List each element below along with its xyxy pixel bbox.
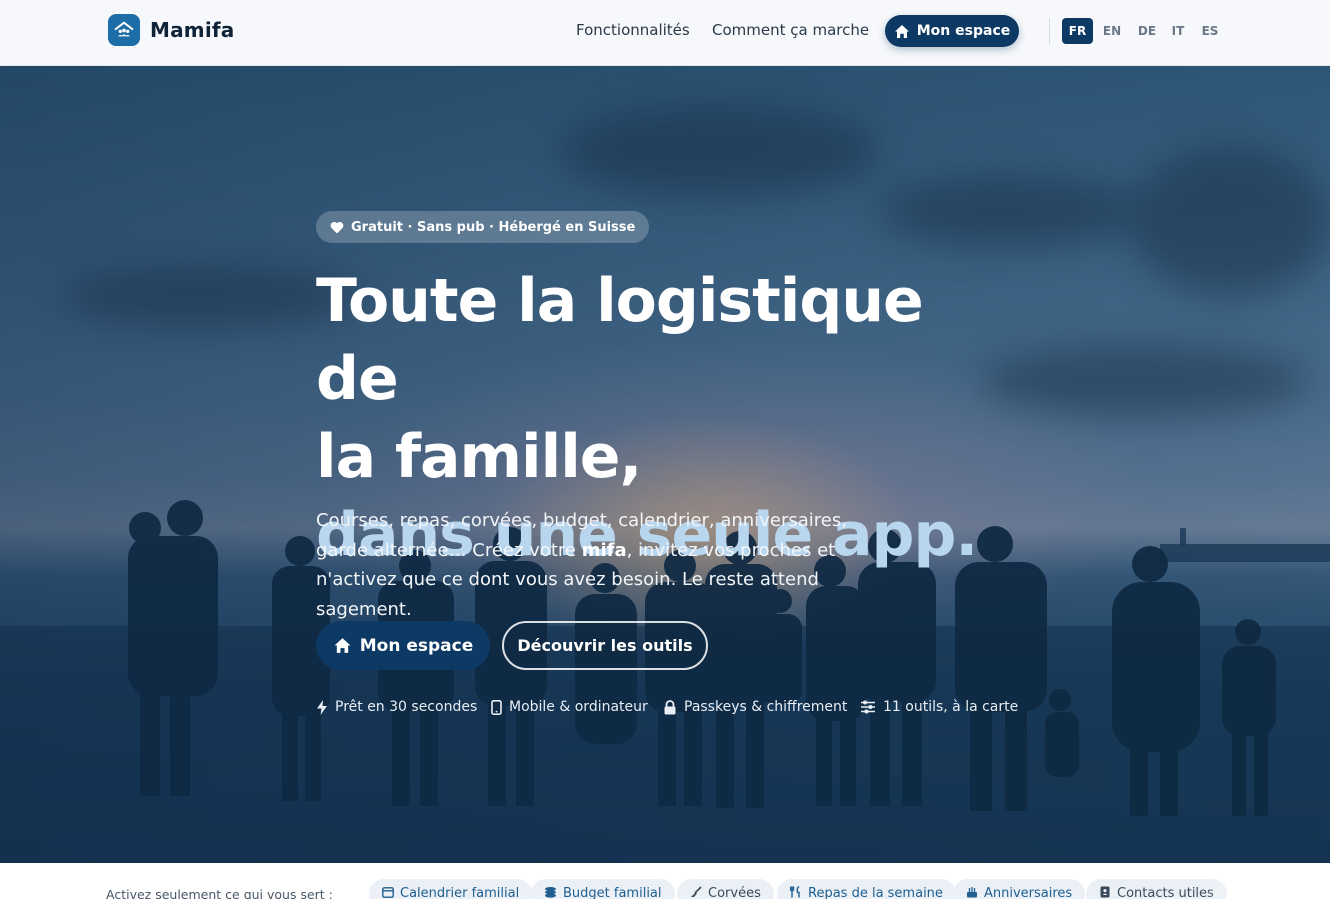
brand-link[interactable]: Mamifa	[108, 14, 235, 46]
discover-tools-button[interactable]: Découvrir les outils	[502, 621, 708, 670]
feature-label: Passkeys & chiffrement	[684, 699, 848, 715]
tools-strip: Activez seulement ce qui vous sert : Cal…	[0, 863, 1330, 899]
nav-my-space-label: Mon espace	[916, 23, 1011, 39]
chip-label: Corvées	[708, 886, 761, 899]
top-navbar: Mamifa Fonctionnalités Comment ça marche…	[0, 0, 1330, 66]
lead-brand-word: mifa	[581, 539, 627, 561]
house-logo-icon	[108, 14, 140, 46]
coins-icon	[544, 886, 557, 899]
hero-badge: Gratuit · Sans pub · Hébergé en Suisse	[316, 211, 650, 243]
chip-weekly-meals[interactable]: Repas de la semaine	[777, 879, 956, 899]
hero-badge-text: Gratuit · Sans pub · Hébergé en Suisse	[351, 219, 636, 235]
lang-fr[interactable]: FR	[1062, 18, 1093, 44]
feature-devices: Mobile & ordinateur	[491, 698, 648, 716]
heart-icon	[330, 221, 344, 233]
headline-line-2: la famille,	[316, 422, 642, 492]
feature-security: Passkeys & chiffrement	[663, 698, 847, 716]
sliders-icon	[861, 700, 875, 714]
chip-label: Budget familial	[563, 886, 662, 899]
hero-my-space-label: Mon espace	[359, 635, 474, 656]
lang-de[interactable]: DE	[1133, 18, 1161, 44]
lang-en[interactable]: EN	[1098, 18, 1126, 44]
nav-link-how-it-works[interactable]: Comment ça marche	[712, 21, 869, 39]
brand-name: Mamifa	[150, 18, 235, 42]
chip-family-calendar[interactable]: Calendrier familial	[369, 879, 533, 899]
feature-ready: Prêt en 30 secondes	[316, 698, 477, 716]
nav-my-space-button[interactable]: Mon espace	[885, 15, 1019, 47]
chip-chores[interactable]: Corvées	[677, 879, 774, 899]
headline-line-1: Toute la logistique de	[316, 266, 924, 414]
bolt-icon	[317, 699, 327, 715]
chip-family-budget[interactable]: Budget familial	[531, 879, 675, 899]
hero-my-space-button[interactable]: Mon espace	[316, 621, 490, 670]
chip-label: Calendrier familial	[400, 886, 520, 899]
nav-divider	[1049, 18, 1050, 44]
utensils-icon	[789, 885, 802, 899]
hero-section: Gratuit · Sans pub · Hébergé en Suisse T…	[0, 66, 1330, 863]
home-icon	[334, 638, 351, 653]
chip-birthdays[interactable]: Anniversaires	[953, 879, 1086, 899]
feature-label: Prêt en 30 secondes	[335, 699, 478, 715]
lang-es[interactable]: ES	[1197, 18, 1223, 44]
chip-label: Anniversaires	[984, 886, 1073, 899]
feature-tools: 11 outils, à la carte	[860, 698, 1018, 716]
home-icon	[894, 24, 909, 38]
nav-link-features[interactable]: Fonctionnalités	[576, 21, 690, 39]
hero-lead: Courses, repas, corvées, budget, calendr…	[316, 506, 896, 624]
feature-label: Mobile & ordinateur	[509, 699, 648, 715]
calendar-icon	[382, 886, 394, 899]
lang-it[interactable]: IT	[1166, 18, 1190, 44]
contact-book-icon	[1099, 886, 1111, 899]
tools-strip-label: Activez seulement ce qui vous sert :	[106, 887, 333, 899]
cake-icon	[966, 886, 978, 899]
mobile-icon	[491, 699, 502, 715]
feature-label: 11 outils, à la carte	[883, 699, 1019, 715]
lock-icon	[664, 699, 676, 714]
strip-fade	[1200, 863, 1330, 899]
chip-label: Repas de la semaine	[808, 886, 943, 899]
broom-icon	[690, 886, 702, 899]
